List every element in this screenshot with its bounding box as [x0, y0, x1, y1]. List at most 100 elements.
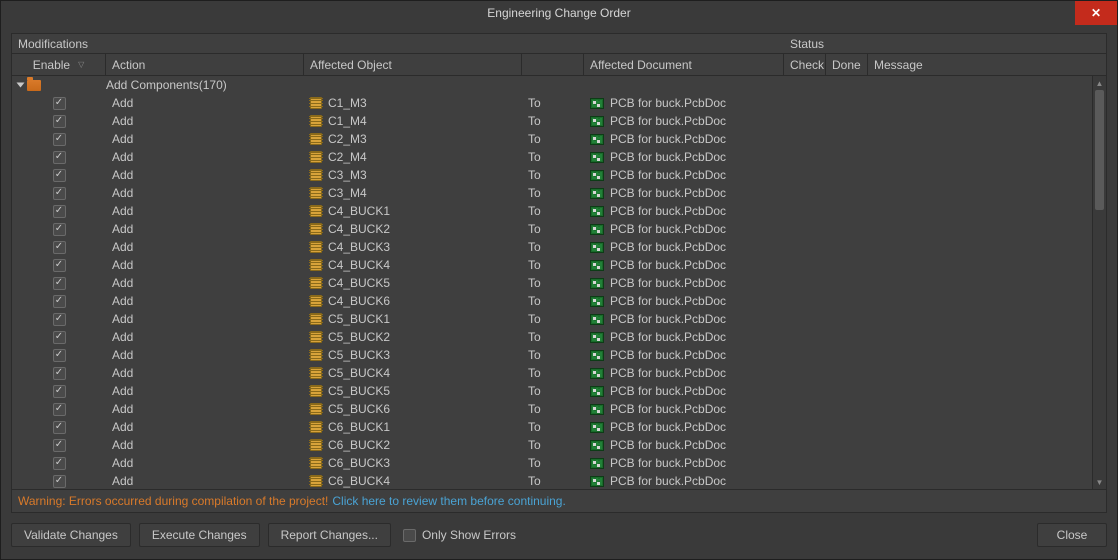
pcb-icon: [590, 296, 604, 307]
execute-changes-button[interactable]: Execute Changes: [139, 523, 260, 547]
table-row[interactable]: AddC4_BUCK6ToPCB for buck.PcbDoc: [12, 292, 1092, 310]
object-label: C5_BUCK6: [328, 402, 390, 416]
to-label: To: [528, 402, 541, 416]
enable-checkbox[interactable]: [53, 223, 66, 236]
col-check[interactable]: Check: [784, 54, 826, 75]
table-row[interactable]: AddC4_BUCK1ToPCB for buck.PcbDoc: [12, 202, 1092, 220]
document-label: PCB for buck.PcbDoc: [610, 456, 726, 470]
table-row[interactable]: AddC4_BUCK3ToPCB for buck.PcbDoc: [12, 238, 1092, 256]
document-label: PCB for buck.PcbDoc: [610, 276, 726, 290]
warning-link[interactable]: Click here to review them before continu…: [332, 494, 565, 508]
group-row[interactable]: Add Components(170): [12, 76, 1092, 94]
table-row[interactable]: AddC5_BUCK2ToPCB for buck.PcbDoc: [12, 328, 1092, 346]
enable-checkbox[interactable]: [53, 169, 66, 182]
action-label: Add: [112, 474, 133, 488]
table-row[interactable]: AddC6_BUCK2ToPCB for buck.PcbDoc: [12, 436, 1092, 454]
col-affected-document[interactable]: Affected Document: [584, 54, 784, 75]
enable-checkbox[interactable]: [53, 151, 66, 164]
enable-checkbox[interactable]: [53, 313, 66, 326]
table-row[interactable]: AddC4_BUCK2ToPCB for buck.PcbDoc: [12, 220, 1092, 238]
close-button[interactable]: Close: [1037, 523, 1107, 547]
group-label: Add Components(170): [106, 78, 227, 92]
table-row[interactable]: AddC4_BUCK5ToPCB for buck.PcbDoc: [12, 274, 1092, 292]
folder-icon: [27, 80, 41, 91]
pcb-icon: [590, 188, 604, 199]
warning-text: Warning: Errors occurred during compilat…: [18, 494, 328, 508]
expand-icon[interactable]: [17, 83, 25, 88]
component-icon: [310, 457, 322, 469]
only-show-errors-option[interactable]: Only Show Errors: [403, 528, 516, 542]
enable-checkbox[interactable]: [53, 97, 66, 110]
col-enable-label: Enable: [33, 58, 70, 72]
document-label: PCB for buck.PcbDoc: [610, 474, 726, 488]
enable-checkbox[interactable]: [53, 385, 66, 398]
action-label: Add: [112, 294, 133, 308]
vertical-scrollbar[interactable]: ▲ ▼: [1092, 76, 1106, 489]
col-done[interactable]: Done: [826, 54, 868, 75]
scroll-up-icon[interactable]: ▲: [1093, 76, 1106, 90]
table-row[interactable]: AddC2_M4ToPCB for buck.PcbDoc: [12, 148, 1092, 166]
enable-checkbox[interactable]: [53, 349, 66, 362]
document-label: PCB for buck.PcbDoc: [610, 420, 726, 434]
enable-checkbox[interactable]: [53, 277, 66, 290]
table-row[interactable]: AddC5_BUCK1ToPCB for buck.PcbDoc: [12, 310, 1092, 328]
object-label: C2_M3: [328, 132, 367, 146]
table-row[interactable]: AddC6_BUCK1ToPCB for buck.PcbDoc: [12, 418, 1092, 436]
object-label: C5_BUCK1: [328, 312, 390, 326]
table-row[interactable]: AddC3_M3ToPCB for buck.PcbDoc: [12, 166, 1092, 184]
component-icon: [310, 349, 322, 361]
col-enable[interactable]: Enable ▽: [12, 54, 106, 75]
table-row[interactable]: AddC1_M3ToPCB for buck.PcbDoc: [12, 94, 1092, 112]
col-message[interactable]: Message: [868, 54, 1106, 75]
to-label: To: [528, 438, 541, 452]
table-row[interactable]: AddC4_BUCK4ToPCB for buck.PcbDoc: [12, 256, 1092, 274]
document-label: PCB for buck.PcbDoc: [610, 186, 726, 200]
scroll-down-icon[interactable]: ▼: [1093, 475, 1106, 489]
pcb-icon: [590, 458, 604, 469]
object-label: C3_M3: [328, 168, 367, 182]
table-row[interactable]: AddC6_BUCK3ToPCB for buck.PcbDoc: [12, 454, 1092, 472]
enable-checkbox[interactable]: [53, 475, 66, 488]
enable-checkbox[interactable]: [53, 439, 66, 452]
table-row[interactable]: AddC3_M4ToPCB for buck.PcbDoc: [12, 184, 1092, 202]
object-label: C3_M4: [328, 186, 367, 200]
col-action-label: Action: [112, 58, 145, 72]
table-row[interactable]: AddC5_BUCK4ToPCB for buck.PcbDoc: [12, 364, 1092, 382]
close-icon[interactable]: ✕: [1075, 1, 1117, 25]
document-label: PCB for buck.PcbDoc: [610, 114, 726, 128]
component-icon: [310, 295, 322, 307]
table-row[interactable]: AddC2_M3ToPCB for buck.PcbDoc: [12, 130, 1092, 148]
object-label: C2_M4: [328, 150, 367, 164]
pcb-icon: [590, 350, 604, 361]
enable-checkbox[interactable]: [53, 295, 66, 308]
col-affected-object[interactable]: Affected Object: [304, 54, 522, 75]
validate-changes-button[interactable]: Validate Changes: [11, 523, 131, 547]
only-errors-checkbox[interactable]: [403, 529, 416, 542]
scroll-thumb[interactable]: [1095, 90, 1104, 210]
scroll-track[interactable]: [1093, 90, 1106, 475]
enable-checkbox[interactable]: [53, 187, 66, 200]
enable-checkbox[interactable]: [53, 205, 66, 218]
enable-checkbox[interactable]: [53, 403, 66, 416]
enable-checkbox[interactable]: [53, 421, 66, 434]
report-changes-button[interactable]: Report Changes...: [268, 523, 391, 547]
to-label: To: [528, 384, 541, 398]
enable-checkbox[interactable]: [53, 115, 66, 128]
to-label: To: [528, 186, 541, 200]
table-row[interactable]: AddC6_BUCK4ToPCB for buck.PcbDoc: [12, 472, 1092, 489]
enable-checkbox[interactable]: [53, 367, 66, 380]
enable-checkbox[interactable]: [53, 457, 66, 470]
table-row[interactable]: AddC1_M4ToPCB for buck.PcbDoc: [12, 112, 1092, 130]
enable-checkbox[interactable]: [53, 259, 66, 272]
enable-checkbox[interactable]: [53, 241, 66, 254]
object-label: C5_BUCK3: [328, 348, 390, 362]
col-spacer: [522, 54, 584, 75]
col-action[interactable]: Action: [106, 54, 304, 75]
table-row[interactable]: AddC5_BUCK5ToPCB for buck.PcbDoc: [12, 382, 1092, 400]
enable-checkbox[interactable]: [53, 133, 66, 146]
warning-bar: Warning: Errors occurred during compilat…: [12, 489, 1106, 512]
table-row[interactable]: AddC5_BUCK3ToPCB for buck.PcbDoc: [12, 346, 1092, 364]
main-area: Modifications Status Enable ▽ Action Aff…: [1, 25, 1117, 519]
enable-checkbox[interactable]: [53, 331, 66, 344]
table-row[interactable]: AddC5_BUCK6ToPCB for buck.PcbDoc: [12, 400, 1092, 418]
